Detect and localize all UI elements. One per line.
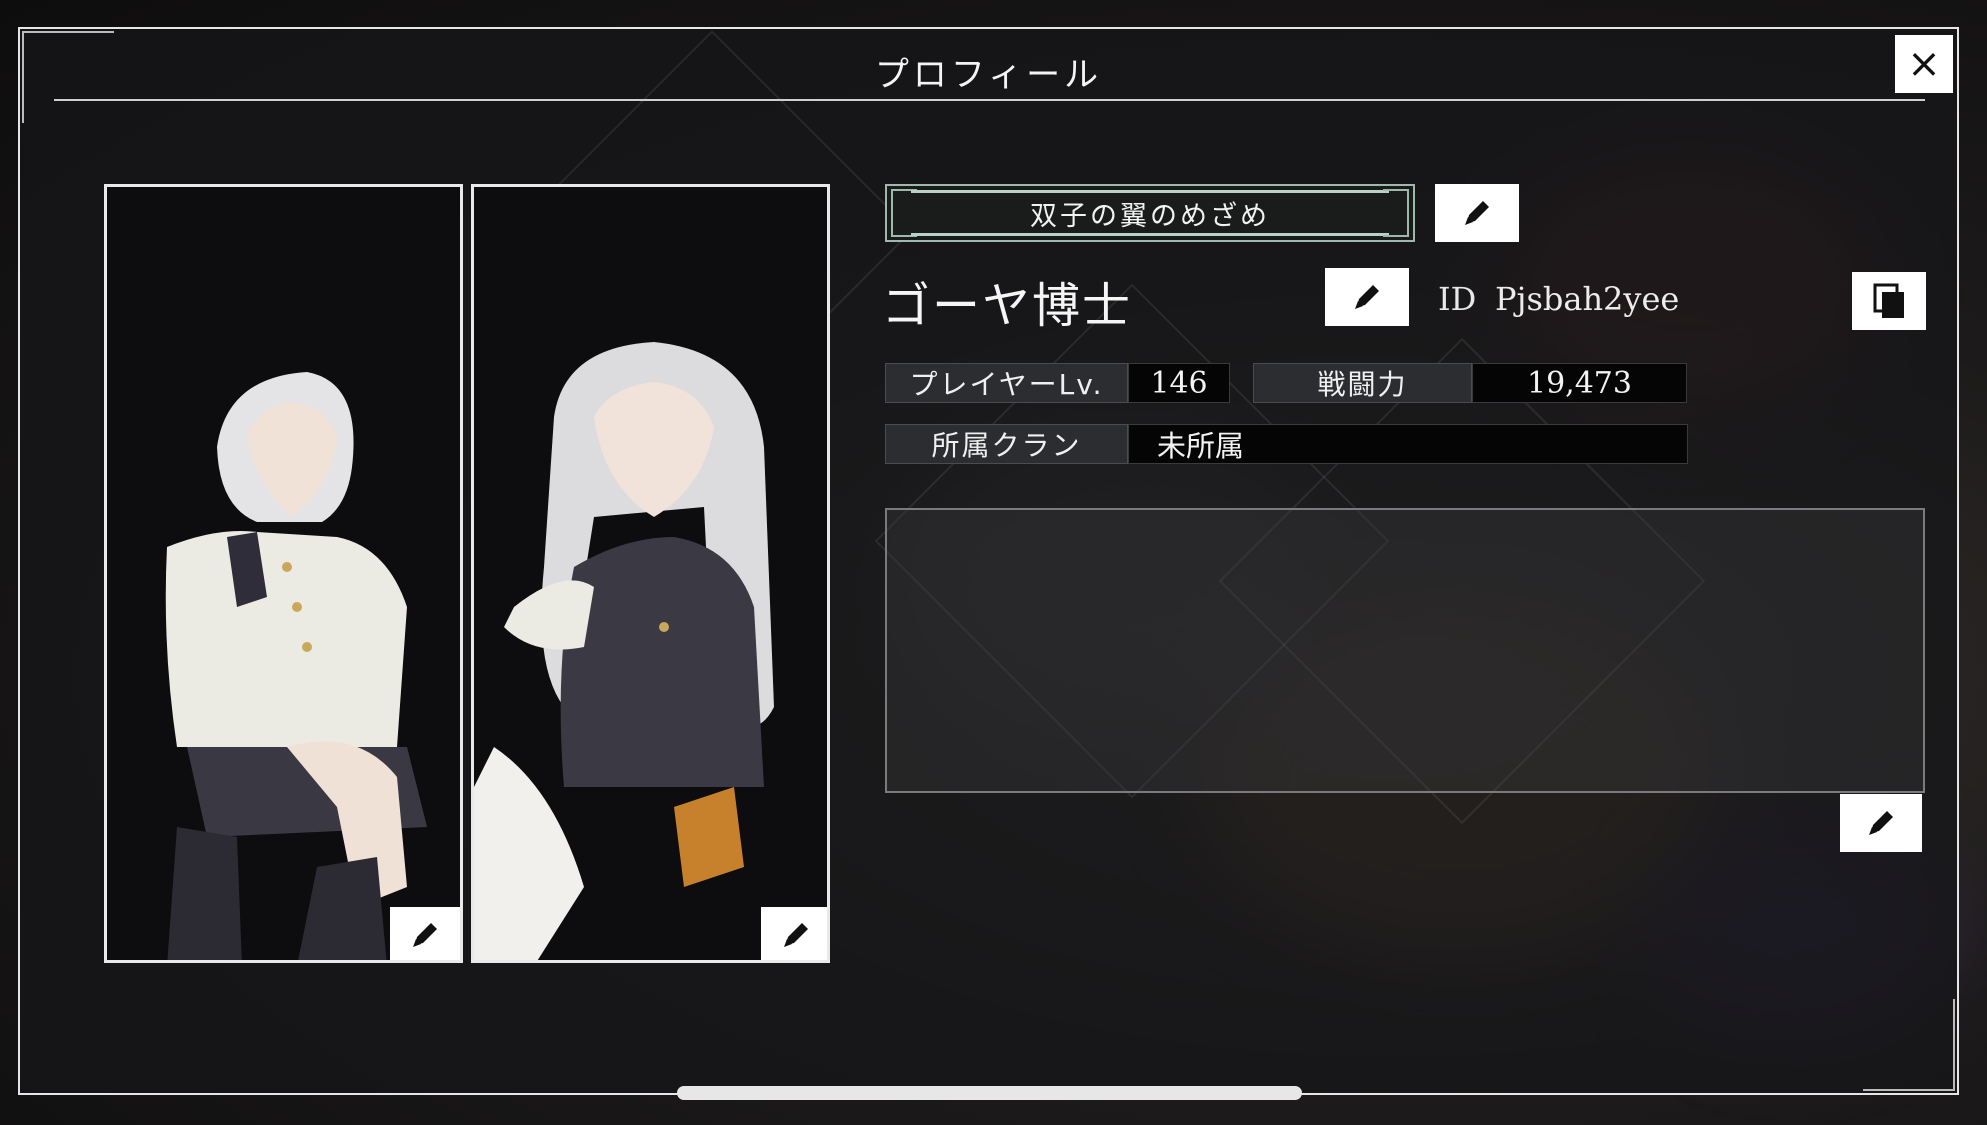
edit-comment-button[interactable] xyxy=(1840,794,1922,852)
clan-value: 未所属 xyxy=(1128,424,1688,464)
pencil-icon xyxy=(1869,811,1893,835)
character-portrait-right xyxy=(474,187,827,960)
title-badge-label: 双子の翼のめざめ xyxy=(1030,200,1270,232)
portrait-card-left[interactable] xyxy=(104,184,463,963)
player-id-label: ID xyxy=(1438,280,1477,318)
pencil-icon xyxy=(1465,201,1489,225)
level-value: 146 xyxy=(1128,363,1230,403)
level-label: プレイヤーLv. xyxy=(885,363,1128,403)
player-id-value: Pjsbah2yee xyxy=(1495,280,1680,318)
edit-name-button[interactable] xyxy=(1325,268,1409,326)
character-portrait-left xyxy=(107,187,460,960)
copy-id-button[interactable] xyxy=(1852,272,1926,330)
frame-corner-ornament xyxy=(1863,999,1955,1091)
edit-portrait-right-button[interactable] xyxy=(761,907,827,960)
title-badge: 双子の翼のめざめ xyxy=(885,184,1415,242)
close-icon: × xyxy=(1907,41,1941,87)
pencil-icon xyxy=(413,923,437,947)
player-name: ゴーヤ博士 xyxy=(882,278,1133,334)
close-button[interactable]: × xyxy=(1895,35,1953,93)
clan-label: 所属クラン xyxy=(885,424,1128,464)
portrait-card-right[interactable] xyxy=(471,184,830,963)
title-divider xyxy=(54,99,1925,101)
pencil-icon xyxy=(784,923,808,947)
edit-title-button[interactable] xyxy=(1435,184,1519,242)
power-value: 19,473 xyxy=(1472,363,1687,403)
modal-title: プロフィール xyxy=(874,55,1103,95)
profile-comment-box[interactable] xyxy=(885,508,1925,793)
pencil-icon xyxy=(1355,285,1379,309)
banner-highlight xyxy=(911,233,1389,236)
power-label: 戦闘力 xyxy=(1253,363,1472,403)
copy-icon xyxy=(1873,283,1904,318)
edit-portrait-left-button[interactable] xyxy=(390,907,460,960)
home-indicator[interactable] xyxy=(677,1086,1302,1100)
banner-highlight xyxy=(911,190,1389,193)
